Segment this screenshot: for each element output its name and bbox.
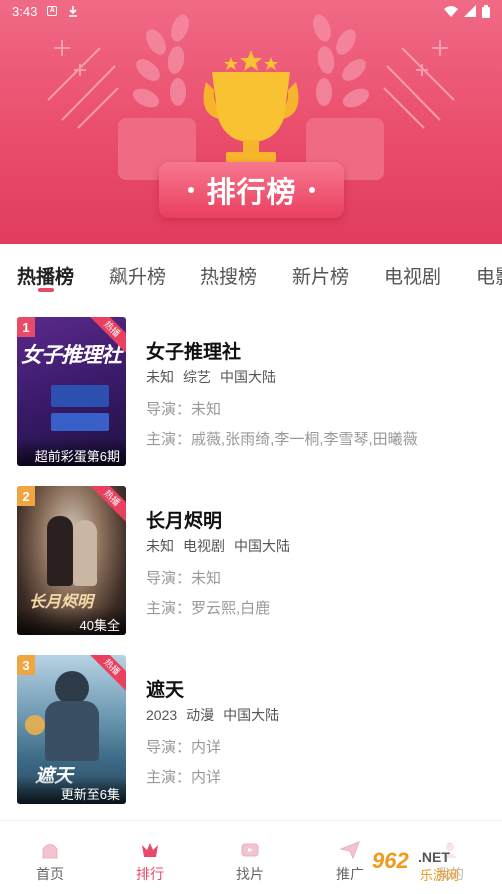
tab-label: 热搜榜	[200, 266, 258, 288]
item-region: 中国大陆	[223, 707, 280, 723]
poster-image[interactable]: 遮天 3 热播 更新至6集	[17, 655, 126, 804]
item-genre: 综艺	[183, 369, 211, 385]
ranking-tabs: 热播榜 飙升榜 热搜榜 新片榜 电视剧 电影	[0, 252, 502, 298]
poster-caption: 40集全	[17, 607, 126, 635]
item-info: 长月烬明 未知 电视剧 中国大陆 导演：未知 主演：罗云熙,白鹿	[146, 506, 494, 618]
item-info: 女子推理社 未知 综艺 中国大陆 导演：未知 主演：戚薇,张雨绮,李一桐,李雪琴,田…	[146, 337, 494, 449]
nav-home[interactable]: 首页	[0, 821, 100, 894]
nav-find[interactable]: 找片	[200, 821, 300, 894]
tab-active-indicator	[37, 288, 54, 292]
item-title[interactable]: 女子推理社	[146, 337, 494, 363]
poster-figure	[73, 520, 97, 586]
poster-caption: 超前彩蛋第6期	[17, 438, 126, 466]
item-region: 中国大陆	[234, 538, 290, 554]
poster-sponsor-box	[51, 385, 109, 407]
poster-glow	[25, 715, 45, 735]
banner-dot-left	[188, 187, 195, 193]
tab-new-release[interactable]: 新片榜	[292, 252, 349, 298]
tab-label: 电影	[476, 266, 502, 288]
tab-label: 飙升榜	[109, 266, 167, 288]
poster-caption: 更新至6集	[17, 776, 126, 804]
tab-label: 新片榜	[292, 266, 350, 288]
poster-figure	[45, 701, 99, 761]
poster-sponsor-box	[51, 413, 109, 431]
poster-image[interactable]: 长月烬明 2 热播 40集全	[17, 486, 126, 635]
banner-title: 排行榜	[206, 177, 297, 209]
poster-figure	[47, 516, 73, 586]
item-meta: 2023 动漫 中国大陆	[146, 705, 494, 725]
poster-image[interactable]: 女子推理社 1 热播 超前彩蛋第6期	[17, 317, 126, 466]
tab-label: 热播榜	[17, 266, 75, 288]
rank-number-badge: 2	[17, 486, 35, 506]
tab-rising[interactable]: 飙升榜	[109, 252, 166, 298]
svg-text:乐游网: 乐游网	[420, 869, 459, 884]
nav-ranking[interactable]: 排行	[100, 821, 200, 894]
status-bar: 3:43 A	[0, 0, 502, 22]
watermark-logo: 962 .NET 乐游网	[366, 844, 498, 884]
tab-label: 电视剧	[384, 266, 442, 288]
tab-tv-series[interactable]: 电视剧	[384, 252, 441, 298]
rank-number-badge: 3	[17, 655, 35, 675]
nav-label: 找片	[236, 866, 264, 882]
banner-dot-right	[308, 187, 315, 193]
nav-label: 首页	[36, 866, 64, 882]
rank-number-badge: 1	[17, 317, 35, 337]
item-year: 未知	[146, 538, 174, 554]
item-director: 导演：内详	[146, 739, 222, 756]
tab-movie[interactable]: 电影	[476, 252, 502, 298]
item-title[interactable]: 遮天	[146, 675, 494, 701]
crown-icon	[142, 843, 158, 857]
wifi-icon	[444, 6, 458, 17]
home-icon	[42, 844, 58, 859]
item-actors: 主演：戚薇,张雨绮,李一桐,李雪琴,田曦薇	[146, 431, 418, 448]
list-item[interactable]: 女子推理社 1 热播 超前彩蛋第6期 女子推理社 未知 综艺 中国大陆 导演：未知 …	[0, 300, 502, 466]
svg-text:.NET: .NET	[418, 849, 450, 865]
notification-a-icon: A	[47, 6, 58, 16]
item-meta: 未知 电视剧 中国大陆	[146, 536, 494, 556]
item-director: 导演：未知	[146, 401, 222, 418]
item-year: 2023	[146, 707, 178, 723]
download-icon	[69, 6, 78, 17]
battery-icon	[482, 4, 490, 18]
nav-label: 排行	[136, 866, 164, 882]
item-actors: 主演：内详	[146, 769, 222, 786]
item-genre: 动漫	[186, 707, 215, 723]
tab-hot-search[interactable]: 热搜榜	[200, 252, 257, 298]
ranking-title-banner: 排行榜	[159, 162, 344, 218]
item-meta: 未知 综艺 中国大陆	[146, 367, 494, 387]
item-director: 导演：未知	[146, 570, 222, 587]
item-year: 未知	[146, 369, 174, 385]
poster-title-art: 女子推理社	[21, 344, 122, 367]
list-item[interactable]: 遮天 3 热播 更新至6集 遮天 2023 动漫中国大陆 导演：内详 主演：内详	[0, 638, 502, 804]
item-genre: 电视剧	[183, 538, 225, 554]
item-region: 中国大陆	[220, 369, 276, 385]
ranking-hero-banner: 3:43 A 排行榜	[0, 0, 502, 244]
status-time: 3:43	[12, 3, 38, 19]
send-icon	[339, 841, 360, 860]
item-title[interactable]: 长月烬明	[146, 506, 494, 532]
list-item[interactable]: 长月烬明 2 热播 40集全 长月烬明 未知 电视剧 中国大陆 导演：未知 主演：罗…	[0, 469, 502, 635]
item-actors: 主演：罗云熙,白鹿	[146, 600, 271, 617]
signal-icon	[464, 5, 476, 17]
tab-hot-play[interactable]: 热播榜	[17, 252, 74, 298]
nav-label: 推广	[336, 866, 364, 882]
poster-figure-head	[55, 671, 89, 705]
trophy-icon	[203, 50, 299, 162]
item-info: 遮天 2023 动漫 中国大陆 导演：内详 主演：内详	[146, 675, 494, 787]
svg-text:962: 962	[372, 848, 409, 873]
tv-icon	[241, 843, 259, 857]
